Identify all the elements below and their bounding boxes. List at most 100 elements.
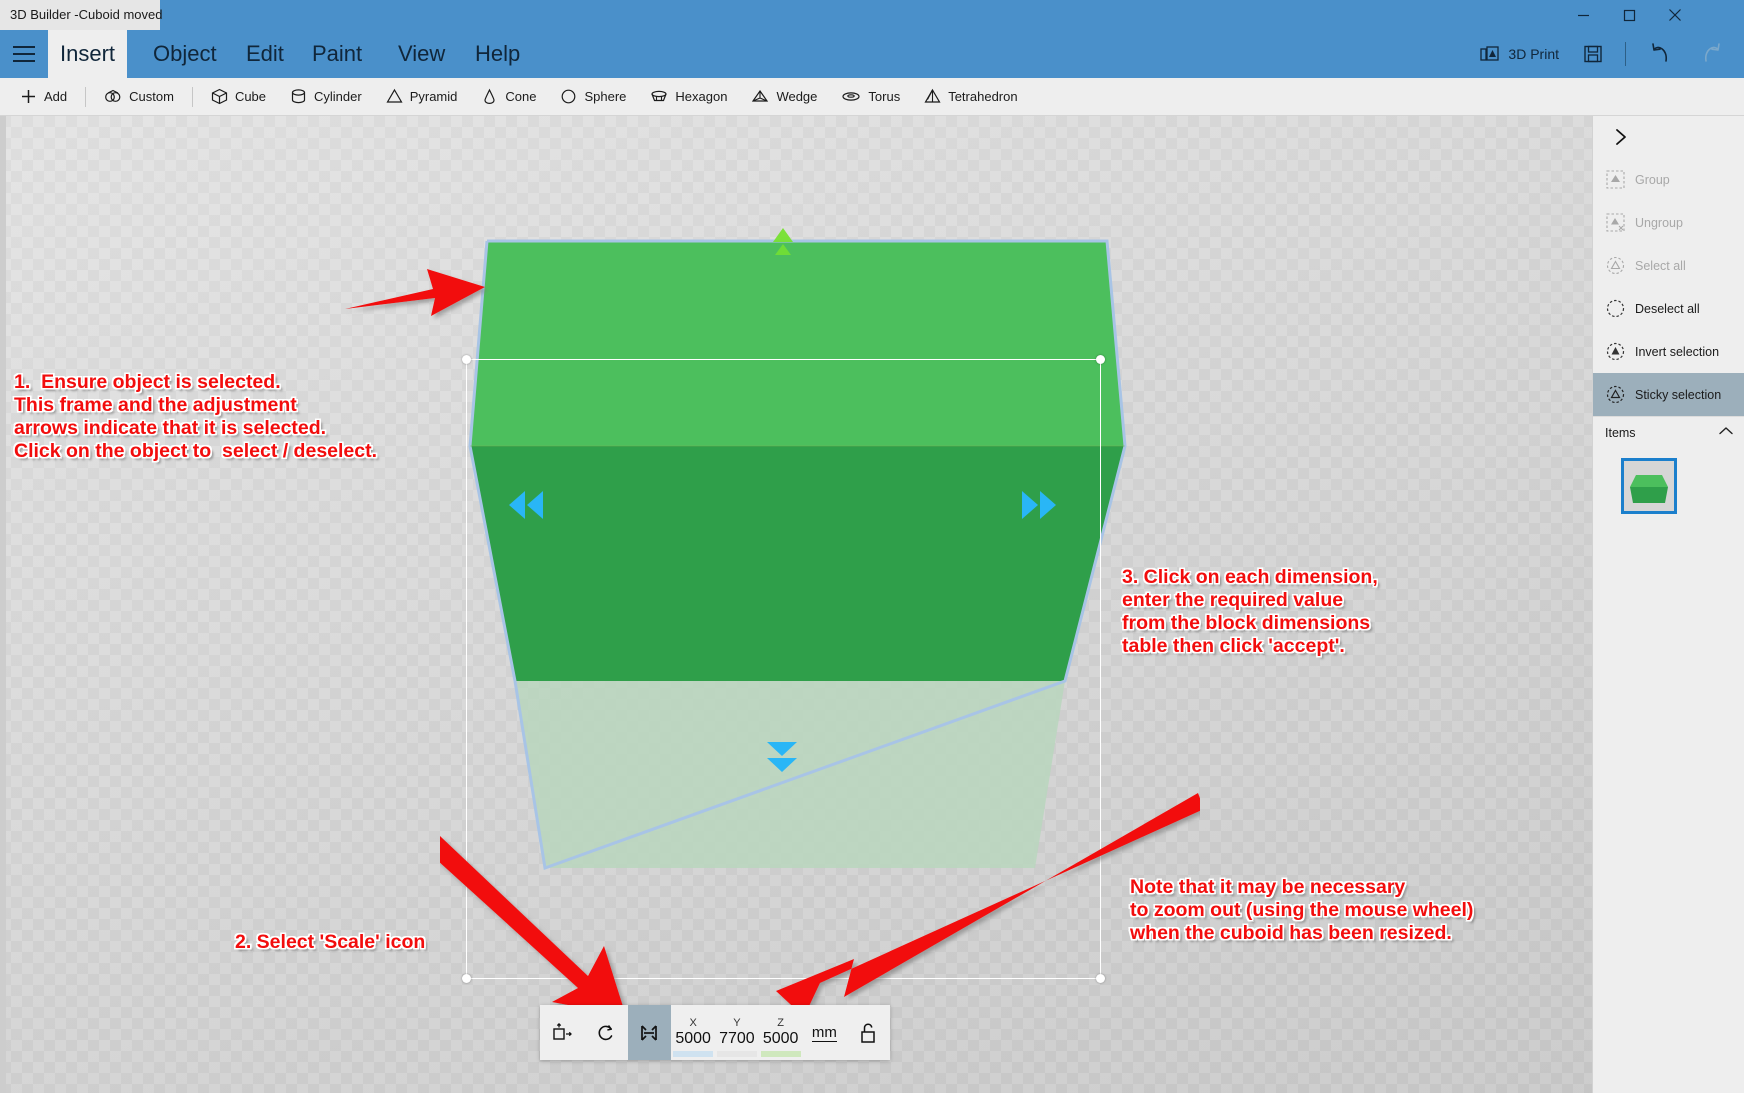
panel-item-sticky-selection[interactable]: Sticky selection <box>1593 373 1744 416</box>
scale-right-arrow[interactable] <box>1018 489 1060 527</box>
ribbon-hexagon[interactable]: Hexagon <box>638 78 739 116</box>
viewport-canvas[interactable]: 1. Ensure object is selected. This frame… <box>0 116 1592 1093</box>
dimension-z-label: Z <box>777 1017 784 1029</box>
scale-left-arrow-icon <box>505 489 547 521</box>
close-button[interactable] <box>1652 0 1698 30</box>
minimize-button[interactable] <box>1560 0 1606 30</box>
ribbon-wedge-label: Wedge <box>776 89 817 104</box>
dimension-x-field[interactable]: X 5000 <box>671 1005 715 1060</box>
tab-view[interactable]: View <box>380 30 463 78</box>
ribbon-divider-2 <box>192 87 193 107</box>
tab-view-label: View <box>398 41 445 67</box>
custom-shape-icon <box>104 89 122 105</box>
cylinder-icon <box>290 88 307 105</box>
panel-item-deselect-all[interactable]: Deselect all <box>1593 287 1744 330</box>
ribbon-tetrahedron-label: Tetrahedron <box>948 89 1017 104</box>
panel-expand-button[interactable] <box>1593 116 1744 158</box>
ribbon-wedge[interactable]: Wedge <box>739 78 829 116</box>
annotation-step-3: 3. Click on each dimension, enter the re… <box>1122 566 1378 658</box>
insert-ribbon: Add Custom Cube Cylinder <box>0 78 1744 116</box>
unlock-icon <box>857 1021 879 1045</box>
panel-item-group[interactable]: Group <box>1593 158 1744 201</box>
canvas-left-gutter <box>0 116 6 1093</box>
dimension-y-field[interactable]: Y 7700 <box>715 1005 759 1060</box>
ribbon-pyramid[interactable]: Pyramid <box>374 78 470 116</box>
wedge-icon <box>751 88 769 105</box>
ribbon-tetrahedron[interactable]: Tetrahedron <box>912 78 1029 116</box>
tab-insert[interactable]: Insert <box>48 30 127 78</box>
unit-selector[interactable]: mm <box>803 1005 847 1060</box>
annotation-arrow-2 <box>440 836 665 1021</box>
panel-item-select-all[interactable]: Select all <box>1593 244 1744 287</box>
3d-print-button[interactable]: 3D Print <box>1468 30 1571 78</box>
tab-help[interactable]: Help <box>457 30 538 78</box>
ribbon-custom-label: Custom <box>129 89 174 104</box>
dimension-z-field[interactable]: Z 5000 <box>759 1005 803 1060</box>
scale-up-arrow-inner[interactable] <box>775 244 791 255</box>
ribbon-torus[interactable]: Torus <box>829 78 912 116</box>
cuboid-thumbnail[interactable] <box>1621 458 1677 514</box>
invert-selection-icon <box>1605 342 1625 362</box>
tab-paint-label: Paint <box>312 41 362 67</box>
save-button[interactable] <box>1571 30 1615 78</box>
scale-up-arrow-outer[interactable] <box>773 228 793 242</box>
toolbar-divider <box>1625 42 1626 66</box>
maximize-button[interactable] <box>1606 0 1652 30</box>
scale-down-arrow[interactable] <box>764 736 800 784</box>
scale-down-arrow-icon <box>764 736 800 778</box>
panel-item-ungroup[interactable]: Ungroup <box>1593 201 1744 244</box>
move-tool-button[interactable] <box>540 1005 584 1060</box>
cube-icon <box>211 88 228 105</box>
undo-button[interactable] <box>1636 30 1686 78</box>
annotation-note: Note that it may be necessary to zoom ou… <box>1130 876 1473 945</box>
cuboid-thumbnail-image <box>1624 461 1674 511</box>
scale-right-arrow-icon <box>1018 489 1060 521</box>
dimension-x-label: X <box>689 1017 696 1029</box>
redo-button[interactable] <box>1686 30 1736 78</box>
maximize-icon <box>1623 9 1636 22</box>
ribbon-custom[interactable]: Custom <box>92 78 186 116</box>
dimension-z-value: 5000 <box>763 1030 799 1048</box>
right-panel: Group Ungroup Select all <box>1592 116 1744 1093</box>
tab-paint[interactable]: Paint <box>294 30 380 78</box>
selection-handle-top-left[interactable] <box>462 355 471 364</box>
tab-object[interactable]: Object <box>135 30 235 78</box>
annotation-arrow-1 <box>345 261 490 326</box>
ribbon-cube[interactable]: Cube <box>199 78 278 116</box>
tab-help-label: Help <box>475 41 520 67</box>
scale-tool-button[interactable] <box>628 1005 672 1060</box>
panel-item-invert-selection-label: Invert selection <box>1635 345 1719 359</box>
ungroup-icon <box>1605 213 1625 233</box>
aspect-lock-button[interactable] <box>846 1005 890 1060</box>
panel-item-invert-selection[interactable]: Invert selection <box>1593 330 1744 373</box>
annotation-step-2: 2. Select 'Scale' icon <box>235 931 425 954</box>
selection-handle-top-right[interactable] <box>1096 355 1105 364</box>
items-section-header[interactable]: Items <box>1593 416 1744 448</box>
dimension-y-label: Y <box>733 1017 740 1029</box>
dimension-z-underline <box>761 1051 801 1057</box>
dimension-y-underline <box>717 1051 757 1057</box>
ribbon-hexagon-label: Hexagon <box>675 89 727 104</box>
ribbon-sphere-label: Sphere <box>584 89 626 104</box>
rotate-icon <box>595 1022 617 1044</box>
hamburger-menu-icon[interactable] <box>0 30 48 78</box>
ribbon-cone[interactable]: Cone <box>469 78 548 116</box>
chevron-up-icon[interactable] <box>1718 425 1734 440</box>
redo-icon <box>1698 41 1724 67</box>
ribbon-torus-label: Torus <box>868 89 900 104</box>
dimension-y-value: 7700 <box>719 1030 755 1048</box>
unit-label: mm <box>812 1024 837 1042</box>
ribbon-cube-label: Cube <box>235 89 266 104</box>
ribbon-cylinder[interactable]: Cylinder <box>278 78 374 116</box>
tab-edit[interactable]: Edit <box>228 30 302 78</box>
ribbon-add[interactable]: Add <box>8 78 79 116</box>
select-all-icon <box>1605 256 1625 276</box>
rotate-tool-button[interactable] <box>584 1005 628 1060</box>
title-toolbar: 3D Print <box>1468 30 1736 78</box>
tetrahedron-icon <box>924 88 941 105</box>
scale-left-arrow[interactable] <box>505 489 547 527</box>
transform-toolbar[interactable]: X 5000 Y 7700 Z 5000 mm <box>540 1005 890 1060</box>
hexagon-icon <box>650 88 668 105</box>
chevron-right-icon <box>1613 127 1629 147</box>
ribbon-sphere[interactable]: Sphere <box>548 78 638 116</box>
